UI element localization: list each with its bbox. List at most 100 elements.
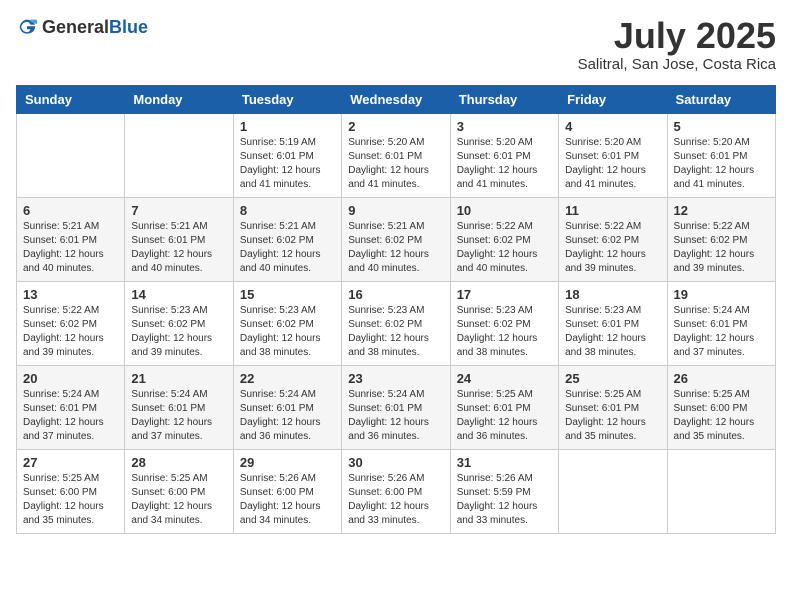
calendar-cell bbox=[559, 449, 667, 533]
calendar-cell: 15Sunrise: 5:23 AM Sunset: 6:02 PM Dayli… bbox=[233, 281, 341, 365]
day-number: 18 bbox=[565, 287, 660, 302]
calendar-cell bbox=[667, 449, 775, 533]
day-number: 12 bbox=[674, 203, 769, 218]
month-title: July 2025 bbox=[578, 16, 776, 56]
day-number: 2 bbox=[348, 119, 443, 134]
calendar-cell: 4 Sunrise: 5:20 AM Sunset: 6:01 PM Daylig… bbox=[559, 113, 667, 197]
calendar-cell: 21Sunrise: 5:24 AM Sunset: 6:01 PM Dayli… bbox=[125, 365, 233, 449]
day-info: Sunrise: 5:20 AM Sunset: 6:01 PM Dayligh… bbox=[457, 136, 552, 192]
day-info: Sunrise: 5:23 AM Sunset: 6:01 PM Dayligh… bbox=[565, 304, 660, 360]
day-info: Sunrise: 5:24 AM Sunset: 6:01 PM Dayligh… bbox=[131, 388, 226, 444]
calendar-cell: 13 Sunrise: 5:22 AM Sunset: 6:02 PM Dayli… bbox=[17, 281, 125, 365]
weekday-header-friday: Friday bbox=[559, 85, 667, 113]
calendar-cell: 14 Sunrise: 5:23 AM Sunset: 6:02 PM Dayli… bbox=[125, 281, 233, 365]
calendar-cell: 16 Sunrise: 5:23 AM Sunset: 6:02 PM Dayli… bbox=[342, 281, 450, 365]
logo-text: GeneralBlue bbox=[42, 17, 148, 38]
day-info: Sunrise: 5:20 AM Sunset: 6:01 PM Dayligh… bbox=[674, 136, 769, 192]
day-number: 1 bbox=[240, 119, 335, 134]
title-block: July 2025 Salitral, San Jose, Costa Rica bbox=[578, 16, 776, 73]
day-info: Sunrise: 5:24 AM Sunset: 6:01 PM Dayligh… bbox=[240, 388, 335, 444]
weekday-header-tuesday: Tuesday bbox=[233, 85, 341, 113]
day-info: Sunrise: 5:22 AM Sunset: 6:02 PM Dayligh… bbox=[674, 220, 769, 276]
calendar-cell: 22 Sunrise: 5:24 AM Sunset: 6:01 PM Dayli… bbox=[233, 365, 341, 449]
day-number: 30 bbox=[348, 455, 443, 470]
day-number: 19 bbox=[674, 287, 769, 302]
calendar-cell: 27 Sunrise: 5:25 AM Sunset: 6:00 PM Dayli… bbox=[17, 449, 125, 533]
location-title: Salitral, San Jose, Costa Rica bbox=[578, 56, 776, 73]
calendar-cell: 11 Sunrise: 5:22 AM Sunset: 6:02 PM Dayli… bbox=[559, 197, 667, 281]
day-info: Sunrise: 5:25 AM Sunset: 6:00 PM Dayligh… bbox=[131, 472, 226, 528]
day-info: Sunrise: 5:22 AM Sunset: 6:02 PM Dayligh… bbox=[457, 220, 552, 276]
day-info: Sunrise: 5:21 AM Sunset: 6:02 PM Dayligh… bbox=[240, 220, 335, 276]
logo-icon bbox=[16, 16, 38, 38]
day-info: Sunrise: 5:25 AM Sunset: 6:00 PM Dayligh… bbox=[23, 472, 118, 528]
logo-general: General bbox=[42, 17, 109, 37]
calendar-cell: 28 Sunrise: 5:25 AM Sunset: 6:00 PM Dayli… bbox=[125, 449, 233, 533]
calendar-cell: 26Sunrise: 5:25 AM Sunset: 6:00 PM Dayli… bbox=[667, 365, 775, 449]
day-number: 28 bbox=[131, 455, 226, 470]
day-number: 13 bbox=[23, 287, 118, 302]
day-info: Sunrise: 5:26 AM Sunset: 5:59 PM Dayligh… bbox=[457, 472, 552, 528]
calendar-cell: 18 Sunrise: 5:23 AM Sunset: 6:01 PM Dayli… bbox=[559, 281, 667, 365]
day-number: 29 bbox=[240, 455, 335, 470]
day-info: Sunrise: 5:19 AM Sunset: 6:01 PM Dayligh… bbox=[240, 136, 335, 192]
logo-blue: Blue bbox=[109, 17, 148, 37]
day-number: 6 bbox=[23, 203, 118, 218]
day-number: 25 bbox=[565, 371, 660, 386]
day-info: Sunrise: 5:21 AM Sunset: 6:02 PM Dayligh… bbox=[348, 220, 443, 276]
week-row-3: 13 Sunrise: 5:22 AM Sunset: 6:02 PM Dayli… bbox=[17, 281, 776, 365]
day-info: Sunrise: 5:23 AM Sunset: 6:02 PM Dayligh… bbox=[457, 304, 552, 360]
day-info: Sunrise: 5:20 AM Sunset: 6:01 PM Dayligh… bbox=[565, 136, 660, 192]
day-info: Sunrise: 5:21 AM Sunset: 6:01 PM Dayligh… bbox=[23, 220, 118, 276]
day-number: 10 bbox=[457, 203, 552, 218]
day-number: 24 bbox=[457, 371, 552, 386]
day-number: 27 bbox=[23, 455, 118, 470]
day-number: 23 bbox=[348, 371, 443, 386]
week-row-5: 27 Sunrise: 5:25 AM Sunset: 6:00 PM Dayli… bbox=[17, 449, 776, 533]
week-row-4: 20 Sunrise: 5:24 AM Sunset: 6:01 PM Dayli… bbox=[17, 365, 776, 449]
day-number: 17 bbox=[457, 287, 552, 302]
day-number: 11 bbox=[565, 203, 660, 218]
calendar-cell: 23 Sunrise: 5:24 AM Sunset: 6:01 PM Dayli… bbox=[342, 365, 450, 449]
weekday-header-row: SundayMondayTuesdayWednesdayThursdayFrid… bbox=[17, 85, 776, 113]
week-row-2: 6 Sunrise: 5:21 AM Sunset: 6:01 PM Daylig… bbox=[17, 197, 776, 281]
weekday-header-saturday: Saturday bbox=[667, 85, 775, 113]
day-info: Sunrise: 5:24 AM Sunset: 6:01 PM Dayligh… bbox=[348, 388, 443, 444]
calendar-cell: 9Sunrise: 5:21 AM Sunset: 6:02 PM Daylig… bbox=[342, 197, 450, 281]
calendar-cell: 20 Sunrise: 5:24 AM Sunset: 6:01 PM Dayli… bbox=[17, 365, 125, 449]
day-number: 22 bbox=[240, 371, 335, 386]
day-info: Sunrise: 5:23 AM Sunset: 6:02 PM Dayligh… bbox=[348, 304, 443, 360]
calendar-cell: 24 Sunrise: 5:25 AM Sunset: 6:01 PM Dayli… bbox=[450, 365, 558, 449]
calendar-cell: 6 Sunrise: 5:21 AM Sunset: 6:01 PM Daylig… bbox=[17, 197, 125, 281]
weekday-header-monday: Monday bbox=[125, 85, 233, 113]
day-info: Sunrise: 5:25 AM Sunset: 6:01 PM Dayligh… bbox=[457, 388, 552, 444]
day-info: Sunrise: 5:24 AM Sunset: 6:01 PM Dayligh… bbox=[23, 388, 118, 444]
day-info: Sunrise: 5:22 AM Sunset: 6:02 PM Dayligh… bbox=[23, 304, 118, 360]
calendar-cell: 7 Sunrise: 5:21 AM Sunset: 6:01 PM Daylig… bbox=[125, 197, 233, 281]
logo: GeneralBlue bbox=[16, 16, 148, 38]
day-info: Sunrise: 5:23 AM Sunset: 6:02 PM Dayligh… bbox=[131, 304, 226, 360]
calendar-cell: 3Sunrise: 5:20 AM Sunset: 6:01 PM Daylig… bbox=[450, 113, 558, 197]
calendar-cell: 12 Sunrise: 5:22 AM Sunset: 6:02 PM Dayli… bbox=[667, 197, 775, 281]
calendar-cell: 1 Sunrise: 5:19 AM Sunset: 6:01 PM Daylig… bbox=[233, 113, 341, 197]
day-info: Sunrise: 5:21 AM Sunset: 6:01 PM Dayligh… bbox=[131, 220, 226, 276]
weekday-header-sunday: Sunday bbox=[17, 85, 125, 113]
day-info: Sunrise: 5:23 AM Sunset: 6:02 PM Dayligh… bbox=[240, 304, 335, 360]
calendar-cell bbox=[125, 113, 233, 197]
day-number: 16 bbox=[348, 287, 443, 302]
day-number: 4 bbox=[565, 119, 660, 134]
day-info: Sunrise: 5:25 AM Sunset: 6:01 PM Dayligh… bbox=[565, 388, 660, 444]
day-number: 7 bbox=[131, 203, 226, 218]
day-info: Sunrise: 5:24 AM Sunset: 6:01 PM Dayligh… bbox=[674, 304, 769, 360]
calendar-table: SundayMondayTuesdayWednesdayThursdayFrid… bbox=[16, 85, 776, 534]
calendar-cell: 5 Sunrise: 5:20 AM Sunset: 6:01 PM Daylig… bbox=[667, 113, 775, 197]
page-header: GeneralBlue July 2025 Salitral, San Jose… bbox=[16, 16, 776, 73]
calendar-cell: 2Sunrise: 5:20 AM Sunset: 6:01 PM Daylig… bbox=[342, 113, 450, 197]
day-number: 20 bbox=[23, 371, 118, 386]
day-number: 8 bbox=[240, 203, 335, 218]
day-info: Sunrise: 5:25 AM Sunset: 6:00 PM Dayligh… bbox=[674, 388, 769, 444]
day-number: 31 bbox=[457, 455, 552, 470]
day-number: 14 bbox=[131, 287, 226, 302]
day-number: 5 bbox=[674, 119, 769, 134]
day-info: Sunrise: 5:22 AM Sunset: 6:02 PM Dayligh… bbox=[565, 220, 660, 276]
